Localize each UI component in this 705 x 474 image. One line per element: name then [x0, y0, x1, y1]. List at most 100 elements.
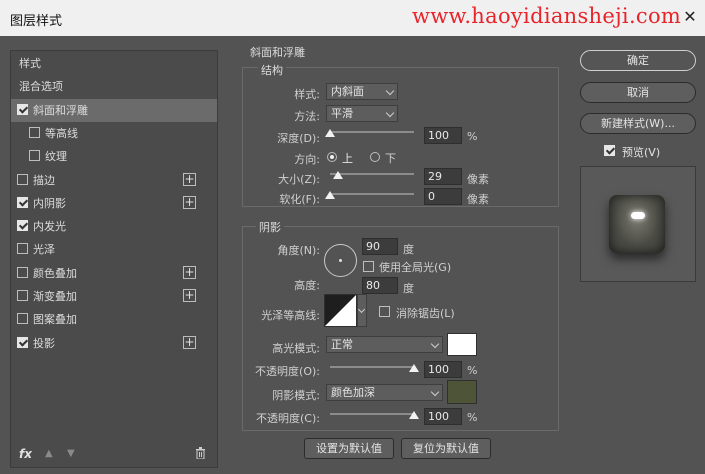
gloss-contour-dropdown[interactable]: [357, 294, 367, 327]
style-item-label: 混合选项: [19, 80, 63, 94]
direction-up-label: 上: [342, 152, 353, 165]
angle-input[interactable]: 90: [362, 238, 398, 255]
style-item-label: 描边: [33, 173, 55, 187]
close-icon[interactable]: ✕: [680, 6, 700, 28]
style-item[interactable]: 内阴影 +: [11, 192, 217, 215]
style-checkbox[interactable]: [29, 150, 40, 162]
chevron-down-icon: [357, 305, 366, 314]
bevel-section-title: 斜面和浮雕: [250, 46, 305, 59]
altitude-input[interactable]: 80: [362, 277, 398, 294]
altitude-unit: 度: [403, 282, 414, 295]
size-slider-thumb[interactable]: [333, 171, 344, 179]
style-checkbox[interactable]: [17, 103, 28, 115]
gloss-contour-picker[interactable]: [324, 294, 357, 327]
highlight-mode-value: 正常: [331, 338, 353, 351]
style-item-label: 纹理: [45, 150, 67, 164]
soften-input[interactable]: 0: [424, 188, 462, 205]
angle-label: 角度(N):: [277, 244, 320, 257]
depth-value: 100: [428, 129, 449, 142]
style-item[interactable]: 内发光: [11, 215, 217, 238]
bevel-style-select[interactable]: 内斜面: [326, 83, 398, 100]
shadow-opacity-slider-thumb[interactable]: [409, 411, 419, 419]
style-item[interactable]: 描边 +: [11, 169, 217, 192]
style-checkbox[interactable]: [17, 173, 28, 185]
add-effect-icon[interactable]: +: [183, 195, 196, 209]
style-preview: [580, 166, 696, 282]
style-item[interactable]: 光泽: [11, 238, 217, 261]
style-checkbox[interactable]: [17, 290, 28, 301]
style-item[interactable]: 渐变叠加 +: [11, 285, 217, 308]
style-item[interactable]: 纹理: [11, 145, 217, 168]
style-item-label: 渐变叠加: [33, 290, 77, 303]
shadow-opacity-input[interactable]: 100: [424, 408, 462, 425]
style-item[interactable]: 图案叠加: [11, 308, 217, 331]
soften-slider-track[interactable]: [330, 193, 414, 195]
add-effect-icon[interactable]: +: [183, 289, 196, 302]
style-item[interactable]: 混合选项: [11, 75, 217, 98]
trash-icon[interactable]: [195, 447, 206, 460]
shadow-opacity-label: 不透明度(C):: [256, 412, 320, 425]
antialias-checkbox[interactable]: [379, 306, 390, 317]
bevel-style-value: 内斜面: [331, 85, 364, 98]
style-checkbox[interactable]: [17, 243, 28, 255]
add-effect-icon[interactable]: +: [183, 172, 196, 186]
contour-curve-icon: [325, 295, 356, 326]
preview-label: 预览(V): [622, 146, 661, 159]
set-default-button[interactable]: 设置为默认值: [304, 438, 394, 459]
shadow-opacity-unit: %: [467, 411, 478, 424]
altitude-value: 80: [366, 279, 380, 292]
size-input[interactable]: 29: [424, 168, 462, 185]
ok-button[interactable]: 确定: [580, 50, 696, 71]
shadow-color-swatch[interactable]: [447, 380, 477, 404]
method-select[interactable]: 平滑: [326, 105, 398, 122]
style-item[interactable]: 等高线: [11, 122, 217, 145]
watermark-url: www.haoyidiansheji.com: [412, 4, 682, 28]
soften-slider-thumb[interactable]: [325, 191, 335, 199]
angle-dial[interactable]: [324, 244, 357, 277]
preview-swatch-shape: [609, 195, 665, 253]
direction-down-radio[interactable]: [370, 152, 380, 162]
preview-checkbox[interactable]: [604, 145, 616, 156]
depth-slider-thumb[interactable]: [325, 129, 335, 137]
highlight-color-swatch[interactable]: [447, 333, 477, 356]
shadow-mode-select[interactable]: 颜色加深: [326, 384, 443, 401]
add-effect-icon[interactable]: +: [183, 335, 196, 349]
move-down-icon[interactable]: ▼: [67, 448, 75, 459]
style-item[interactable]: 样式: [11, 52, 217, 75]
depth-input[interactable]: 100: [424, 127, 462, 144]
soften-label: 软化(F):: [279, 193, 320, 206]
global-light-label: 使用全局光(G): [379, 261, 452, 274]
structure-title: 结构: [258, 62, 286, 78]
shading-title: 阴影: [256, 219, 284, 235]
highlight-mode-select[interactable]: 正常: [326, 336, 443, 353]
style-item[interactable]: 投影 +: [11, 332, 217, 355]
style-item-label: 颜色叠加: [33, 266, 77, 280]
highlight-opacity-value: 100: [428, 363, 449, 376]
style-checkbox[interactable]: [17, 266, 28, 278]
highlight-opacity-input[interactable]: 100: [424, 361, 462, 378]
new-style-button[interactable]: 新建样式(W)...: [580, 113, 696, 134]
global-light-checkbox[interactable]: [363, 261, 374, 272]
style-checkbox[interactable]: [17, 196, 28, 208]
highlight-opacity-slider-track[interactable]: [330, 366, 414, 368]
style-checkbox[interactable]: [17, 220, 28, 232]
method-label: 方法:: [294, 110, 320, 123]
style-item[interactable]: 颜色叠加 +: [11, 262, 217, 285]
style-item[interactable]: 斜面和浮雕: [11, 98, 217, 122]
highlight-opacity-label: 不透明度(O):: [255, 365, 320, 378]
antialias-label: 消除锯齿(L): [396, 307, 455, 320]
styles-list-footer: fx ▲ ▼: [11, 443, 217, 467]
style-checkbox[interactable]: [17, 313, 28, 325]
style-checkbox[interactable]: [17, 336, 28, 348]
highlight-opacity-slider-thumb[interactable]: [409, 364, 419, 372]
cancel-button[interactable]: 取消: [580, 82, 696, 103]
depth-slider-track[interactable]: [330, 131, 414, 133]
fx-icon[interactable]: fx: [19, 447, 32, 461]
shadow-opacity-slider-track[interactable]: [330, 413, 414, 415]
altitude-label: 高度:: [294, 279, 320, 292]
direction-up-radio[interactable]: [327, 152, 337, 162]
reset-default-button[interactable]: 复位为默认值: [401, 438, 491, 459]
style-checkbox[interactable]: [29, 126, 40, 138]
move-up-icon[interactable]: ▲: [45, 448, 53, 459]
add-effect-icon[interactable]: +: [183, 265, 196, 279]
